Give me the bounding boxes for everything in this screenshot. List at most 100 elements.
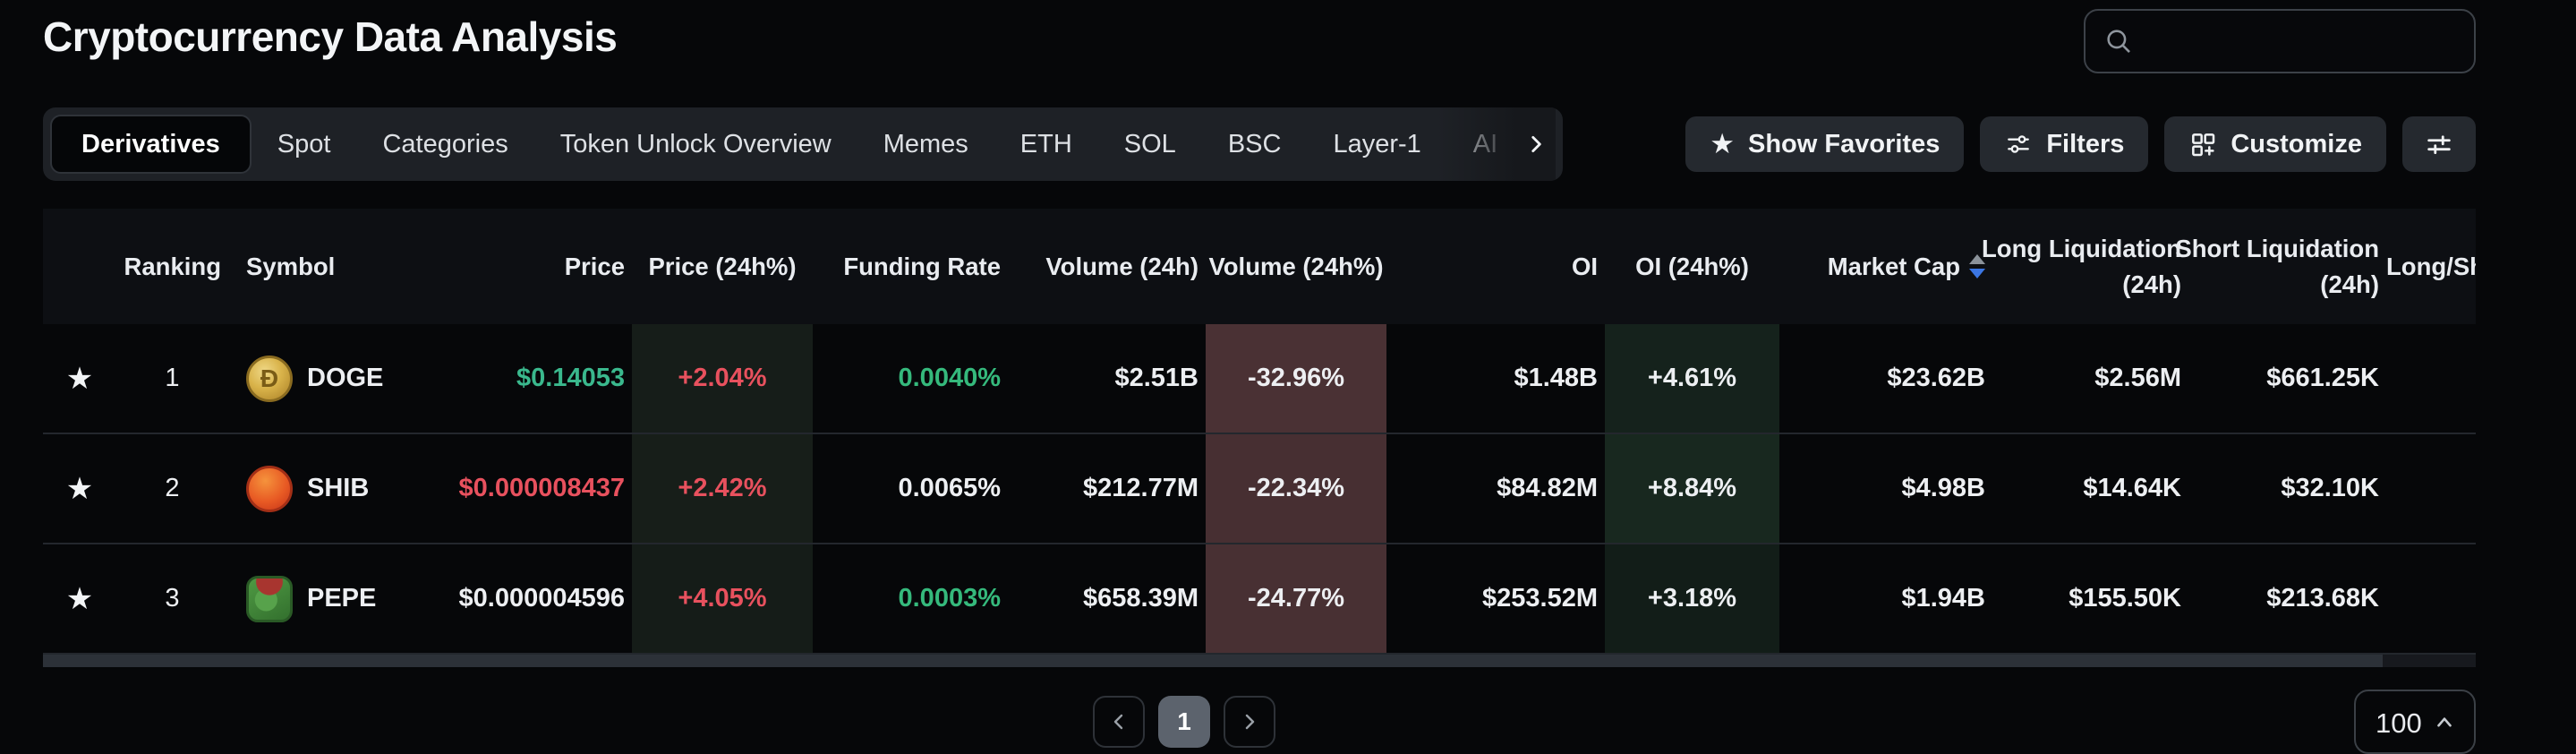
oi-chg-cell: +8.84% <box>1605 434 1779 543</box>
market-cap-cell: $23.62B <box>1779 324 1992 433</box>
tab-spot[interactable]: Spot <box>252 115 357 174</box>
page-size-selector[interactable]: 100 <box>2354 690 2476 754</box>
long-liquidation-cell: $14.64K <box>1992 434 2188 543</box>
col-header-market-cap[interactable]: Market Cap <box>1779 209 1992 324</box>
horizontal-scrollbar-thumb[interactable] <box>43 655 2383 667</box>
col-header-volume-chg[interactable]: Volume (24h%) <box>1206 209 1386 324</box>
pagination: 1 <box>1093 696 1275 748</box>
price-cell: $0.000008437 <box>421 434 632 543</box>
funding-rate-cell: 0.0065% <box>813 434 1008 543</box>
col-header-favorite <box>43 209 116 324</box>
tab-bsc[interactable]: BSC <box>1202 115 1308 174</box>
col-header-price-chg[interactable]: Price (24h%) <box>632 209 813 324</box>
volume-cell: $658.39M <box>1008 544 1206 653</box>
tab-ai[interactable]: AI <box>1447 115 1523 174</box>
rank-cell: 3 <box>116 544 228 653</box>
col-header-ranking[interactable]: Ranking <box>116 209 228 324</box>
oi-cell: $1.48B <box>1386 324 1605 433</box>
tab-categories[interactable]: Categories <box>356 115 533 174</box>
price-chg-cell: +2.04% <box>632 324 813 433</box>
search-input[interactable] <box>2146 26 2456 56</box>
filters-button[interactable]: Filters <box>1980 116 2148 172</box>
long-liquidation-cell: $2.56M <box>1992 324 2188 433</box>
table-row-doge[interactable]: ★ 1 Ð DOGE $0.14053 +2.04% 0.0040% $2.51… <box>43 324 2476 434</box>
crypto-table: Ranking Symbol Price Price (24h%) Fundin… <box>43 209 2476 655</box>
chevron-right-icon <box>1239 711 1260 733</box>
search-icon <box>2103 26 2134 56</box>
page-size-value: 100 <box>2376 707 2422 740</box>
funding-rate-cell: 0.0040% <box>813 324 1008 433</box>
customize-grid-icon <box>2188 130 2217 159</box>
page-number-button[interactable]: 1 <box>1158 696 1210 748</box>
tab-memes[interactable]: Memes <box>857 115 994 174</box>
market-cap-label: Market Cap <box>1828 253 1960 281</box>
search-box[interactable] <box>2084 9 2476 73</box>
table-row-pepe[interactable]: ★ 3 PEPE $0.000004596 +4.05% 0.0003% $65… <box>43 544 2476 655</box>
rank-cell: 1 <box>116 324 228 433</box>
table-header-row: Ranking Symbol Price Price (24h%) Fundin… <box>43 209 2476 324</box>
tabs-scroll-right-button[interactable] <box>1516 107 1556 181</box>
volume-chg-cell: -24.77% <box>1206 544 1386 653</box>
oi-chg-cell: +4.61% <box>1605 324 1779 433</box>
tab-token-unlock-overview[interactable]: Token Unlock Overview <box>534 115 857 174</box>
favorite-star-icon[interactable]: ★ <box>43 544 116 653</box>
price-cell: $0.000004596 <box>421 544 632 653</box>
favorite-star-icon[interactable]: ★ <box>43 434 116 543</box>
symbol-label: SHIB <box>307 474 369 503</box>
price-chg-cell: +4.05% <box>632 544 813 653</box>
col-header-long-short[interactable]: Long/Short <box>2386 209 2476 324</box>
horizontal-scrollbar-track[interactable] <box>43 655 2476 667</box>
sort-desc-icon <box>1969 269 1985 278</box>
col-header-volume[interactable]: Volume (24h) <box>1008 209 1206 324</box>
market-cap-cell: $4.98B <box>1779 434 1992 543</box>
price-chg-cell: +2.42% <box>632 434 813 543</box>
price-cell: $0.14053 <box>421 324 632 433</box>
volume-cell: $212.77M <box>1008 434 1206 543</box>
table-row-shib[interactable]: ★ 2 SHIB $0.000008437 +2.42% 0.0065% $21… <box>43 434 2476 544</box>
short-liquidation-cell: $213.68K <box>2188 544 2386 653</box>
short-liq-line1: Short Liquidation <box>2175 231 2379 267</box>
col-header-oi-chg[interactable]: OI (24h%) <box>1605 209 1779 324</box>
long-liq-line2: (24h) <box>2122 267 2181 303</box>
filters-label: Filters <box>2046 130 2124 159</box>
pepe-coin-icon <box>246 576 293 622</box>
col-header-oi[interactable]: OI <box>1386 209 1605 324</box>
shib-coin-icon <box>246 466 293 512</box>
col-header-price[interactable]: Price <box>421 209 632 324</box>
col-header-symbol[interactable]: Symbol <box>228 209 421 324</box>
symbol-cell: SHIB <box>228 434 421 543</box>
symbol-label: DOGE <box>307 364 383 393</box>
prev-page-button[interactable] <box>1093 696 1145 748</box>
filter-sliders-icon <box>2004 130 2033 159</box>
doge-coin-icon: Ð <box>246 356 293 402</box>
show-favorites-label: Show Favorites <box>1748 130 1940 159</box>
volume-cell: $2.51B <box>1008 324 1206 433</box>
tab-eth[interactable]: ETH <box>994 115 1098 174</box>
chevron-right-icon <box>1524 133 1548 156</box>
customize-button[interactable]: Customize <box>2164 116 2386 172</box>
col-header-long-liquidation[interactable]: Long Liquidation (24h) <box>1992 209 2188 324</box>
toolbar: ★ Show Favorites Filters <box>1685 116 2476 172</box>
volume-chg-cell: -22.34% <box>1206 434 1386 543</box>
tab-derivatives[interactable]: Derivatives <box>50 115 252 174</box>
oi-cell: $253.52M <box>1386 544 1605 653</box>
tab-layer-1[interactable]: Layer-1 <box>1307 115 1446 174</box>
symbol-label: PEPE <box>307 584 376 613</box>
favorite-star-icon[interactable]: ★ <box>43 324 116 433</box>
star-icon: ★ <box>1710 130 1735 158</box>
tab-sol[interactable]: SOL <box>1098 115 1202 174</box>
long-short-cell <box>2386 324 2476 433</box>
long-liq-line1: Long Liquidation <box>1982 231 2181 267</box>
long-short-cell <box>2386 434 2476 543</box>
next-page-button[interactable] <box>1224 696 1275 748</box>
tab-bar: Derivatives Spot Categories Token Unlock… <box>43 107 1563 181</box>
col-header-short-liquidation[interactable]: Short Liquidation (24h) <box>2188 209 2386 324</box>
oi-chg-cell: +3.18% <box>1605 544 1779 653</box>
customize-label: Customize <box>2231 130 2362 159</box>
volume-chg-cell: -32.96% <box>1206 324 1386 433</box>
show-favorites-button[interactable]: ★ Show Favorites <box>1685 116 1964 172</box>
short-liquidation-cell: $661.25K <box>2188 324 2386 433</box>
table-settings-button[interactable] <box>2402 116 2476 172</box>
symbol-cell: Ð DOGE <box>228 324 421 433</box>
col-header-funding-rate[interactable]: Funding Rate <box>813 209 1008 324</box>
